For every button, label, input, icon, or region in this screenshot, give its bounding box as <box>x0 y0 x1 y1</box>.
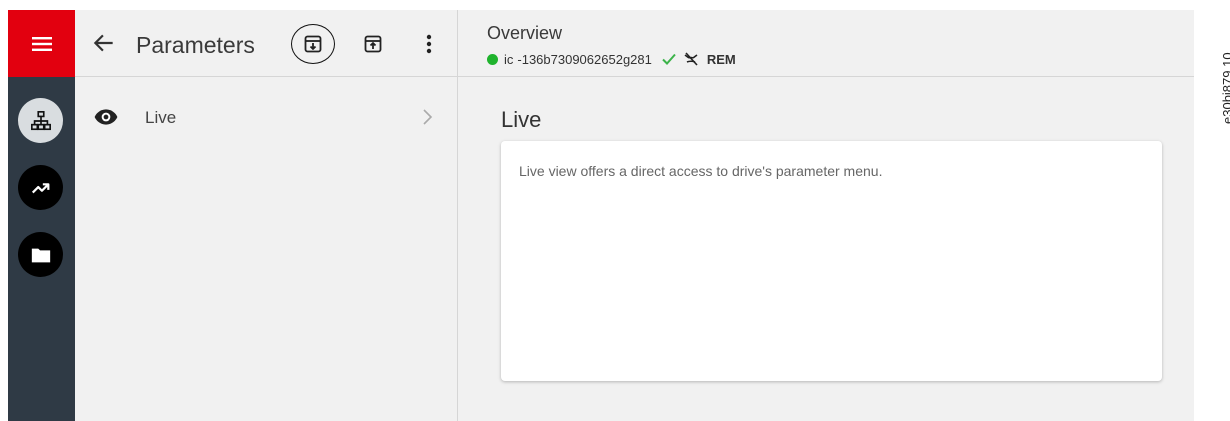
mode-label: REM <box>706 51 736 67</box>
figure-code: e30bj879.10 <box>1200 4 1230 124</box>
parameter-item-label: Live <box>145 108 177 127</box>
content-title: Live <box>501 107 542 132</box>
chevron-right-icon <box>423 109 433 125</box>
rail-button-files[interactable] <box>18 232 63 277</box>
alarm-off-icon <box>684 52 698 66</box>
eye-icon <box>94 109 118 125</box>
connection-status: ic -136b7309062652g281 REM <box>487 50 736 68</box>
download-button[interactable] <box>297 28 329 60</box>
hamburger-menu-icon <box>31 36 52 51</box>
menu-button[interactable] <box>8 10 75 77</box>
live-description: Live view offers a direct access to driv… <box>519 163 883 179</box>
status-dot <box>487 53 498 65</box>
more-vert-icon <box>426 34 432 54</box>
overview-title: Overview <box>487 23 563 43</box>
more-options-button[interactable] <box>413 28 445 60</box>
rail-button-parameters[interactable] <box>18 98 63 143</box>
app-window: Parameters Live Overview ic -136b7309062… <box>8 10 1194 421</box>
parameters-panel: Parameters Live <box>75 10 457 421</box>
connection-prefix: ic <box>504 51 514 67</box>
parameter-item-live[interactable]: Live <box>75 96 457 144</box>
parameters-title: Parameters <box>136 32 255 58</box>
trend-chart-icon <box>31 182 49 193</box>
rail-button-trends[interactable] <box>18 165 63 210</box>
upload-icon <box>364 35 382 53</box>
arrow-left-icon[interactable] <box>91 30 117 56</box>
navigation-rail <box>8 10 75 421</box>
upload-button[interactable] <box>357 28 389 60</box>
live-description-card: Live view offers a direct access to driv… <box>501 141 1162 381</box>
device-id: -136b7309062652g281 <box>517 51 652 67</box>
figure-code-text: e30bj879.10 <box>1220 52 1230 124</box>
parameters-header: Parameters <box>75 10 457 77</box>
folder-icon <box>31 248 50 262</box>
check-icon <box>662 53 676 65</box>
download-icon <box>304 35 322 53</box>
overview-header: Overview ic -136b7309062652g281 REM <box>458 10 1194 77</box>
network-tree-icon <box>30 110 51 130</box>
